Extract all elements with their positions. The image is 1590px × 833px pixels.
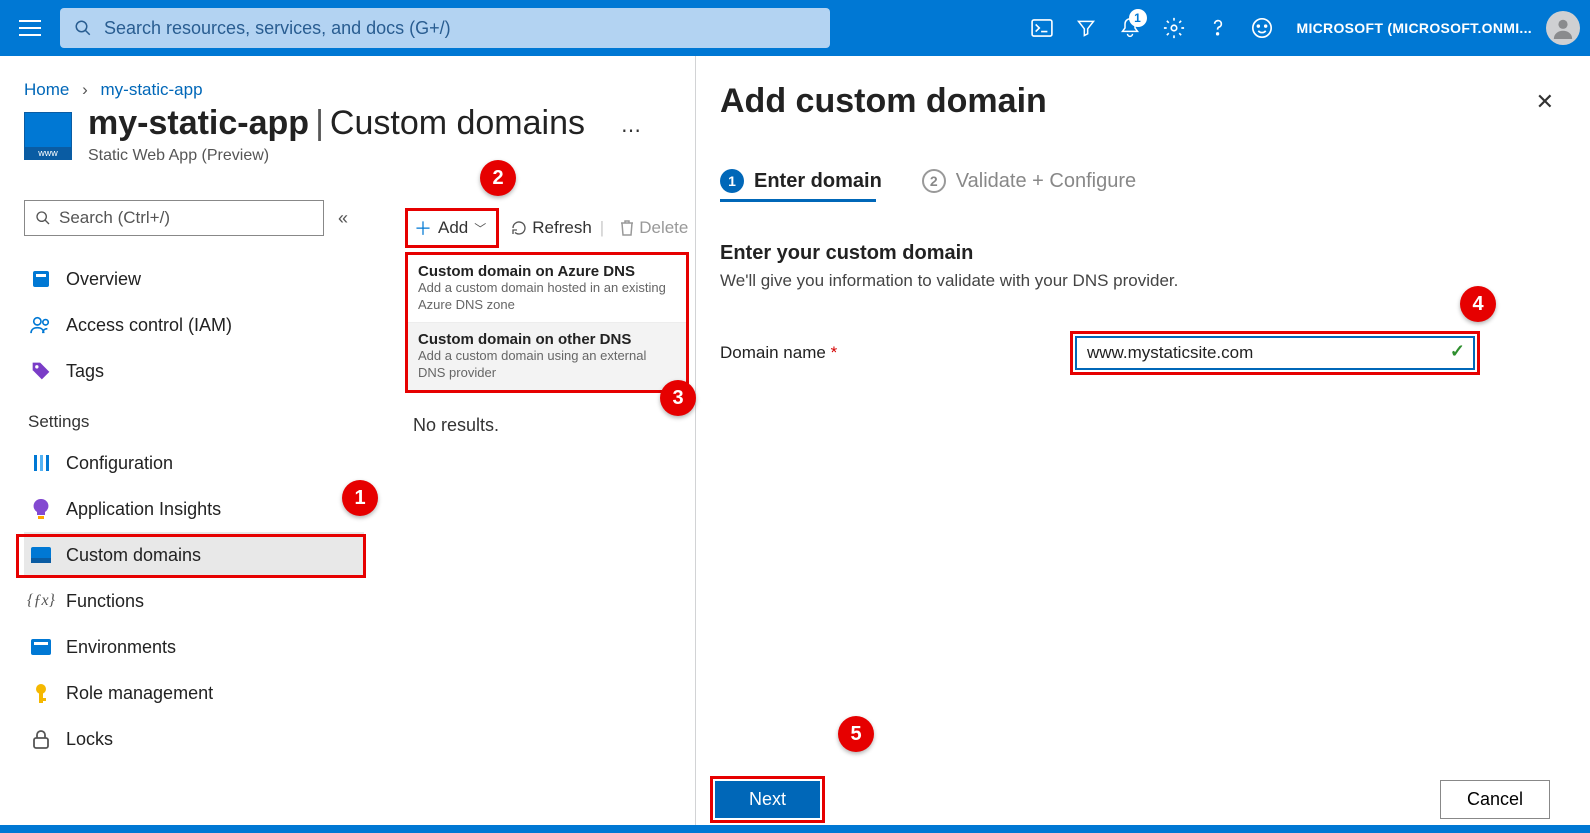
more-icon[interactable]: ⋯ bbox=[621, 118, 643, 143]
menu-item-custom-domains[interactable]: Custom domains bbox=[24, 532, 364, 578]
add-custom-domain-panel: Add custom domain ✕ 1Enter domain 2Valid… bbox=[695, 56, 1590, 833]
functions-icon: {ƒx} bbox=[30, 590, 52, 612]
command-bar: ＋ Add ﹀ Refresh | Delete ★ bbox=[405, 206, 695, 250]
static-web-app-icon: www bbox=[24, 112, 72, 160]
dropdown-option-other-dns[interactable]: Custom domain on other DNS Add a custom … bbox=[408, 323, 686, 390]
filter-icon[interactable] bbox=[1065, 7, 1107, 49]
search-icon bbox=[74, 19, 92, 37]
chevron-right-icon: › bbox=[82, 80, 88, 99]
dropdown-option-azure-dns[interactable]: Custom domain on Azure DNS Add a custom … bbox=[408, 255, 686, 323]
no-results-label: No results. bbox=[413, 415, 695, 436]
form-subtext: We'll give you information to validate w… bbox=[720, 271, 1590, 291]
global-search-input[interactable]: Search resources, services, and docs (G+… bbox=[60, 8, 830, 48]
form-heading: Enter your custom domain bbox=[720, 242, 1590, 265]
top-icon-group: 1 MICROSOFT (MICROSOFT.ONMI... bbox=[1021, 7, 1581, 49]
step-validate-configure[interactable]: 2Validate + Configure bbox=[922, 169, 1136, 193]
menu-item-functions[interactable]: {ƒx} Functions bbox=[24, 578, 364, 624]
overview-icon bbox=[30, 268, 52, 290]
domain-input-highlight bbox=[1070, 331, 1480, 375]
add-dropdown: Custom domain on Azure DNS Add a custom … bbox=[405, 252, 689, 393]
key-icon bbox=[30, 682, 52, 704]
menu-search-input[interactable]: Search (Ctrl+/) bbox=[24, 200, 324, 236]
collapse-menu-icon[interactable]: « bbox=[338, 208, 348, 229]
search-placeholder: Search resources, services, and docs (G+… bbox=[104, 18, 451, 39]
domain-icon bbox=[30, 544, 52, 566]
plus-icon: ＋ bbox=[414, 215, 432, 241]
tag-icon bbox=[30, 360, 52, 382]
callout-2: 2 bbox=[480, 160, 516, 196]
next-button-highlight: Next bbox=[710, 776, 825, 823]
panel-title: Add custom domain bbox=[720, 82, 1047, 121]
add-button[interactable]: ＋ Add ﹀ bbox=[405, 208, 499, 248]
callout-1: 1 bbox=[342, 480, 378, 516]
account-label[interactable]: MICROSOFT (MICROSOFT.ONMI... bbox=[1297, 20, 1533, 36]
stepper: 1Enter domain 2Validate + Configure bbox=[696, 121, 1590, 193]
cancel-button[interactable]: Cancel bbox=[1440, 780, 1550, 819]
breadcrumb-app[interactable]: my-static-app bbox=[101, 80, 203, 99]
breadcrumb-home[interactable]: Home bbox=[24, 80, 69, 99]
refresh-icon bbox=[511, 220, 527, 236]
step-enter-domain[interactable]: 1Enter domain bbox=[720, 169, 882, 193]
next-button[interactable]: Next bbox=[715, 781, 820, 818]
bottom-accent-bar bbox=[0, 825, 1590, 833]
people-icon bbox=[30, 314, 52, 336]
menu-item-environments[interactable]: Environments bbox=[24, 624, 364, 670]
resource-menu: Search (Ctrl+/) « Overview Access contro… bbox=[24, 200, 364, 762]
menu-item-overview[interactable]: Overview bbox=[24, 256, 364, 302]
refresh-button[interactable]: Refresh bbox=[511, 218, 592, 238]
page-subtitle: Static Web App (Preview) bbox=[88, 147, 585, 165]
menu-item-locks[interactable]: Locks bbox=[24, 716, 364, 762]
domain-name-input[interactable] bbox=[1075, 336, 1475, 370]
delete-button[interactable]: Delete bbox=[620, 218, 688, 238]
menu-section-settings: Settings bbox=[28, 412, 364, 432]
help-icon[interactable] bbox=[1197, 7, 1239, 49]
menu-item-access-control[interactable]: Access control (IAM) bbox=[24, 302, 364, 348]
feedback-icon[interactable] bbox=[1241, 7, 1283, 49]
callout-4: 4 bbox=[1460, 286, 1496, 322]
trash-icon bbox=[620, 220, 634, 236]
menu-icon[interactable] bbox=[10, 8, 50, 48]
settings-icon[interactable] bbox=[1153, 7, 1195, 49]
main-content: ＋ Add ﹀ Refresh | Delete ★ Custom domain… bbox=[405, 206, 695, 436]
menu-item-configuration[interactable]: Configuration bbox=[24, 440, 364, 486]
cloud-shell-icon[interactable] bbox=[1021, 7, 1063, 49]
chevron-down-icon: ﹀ bbox=[474, 220, 486, 237]
search-icon bbox=[35, 210, 51, 226]
menu-item-role-management[interactable]: Role management bbox=[24, 670, 364, 716]
domain-name-label: Domain name * bbox=[720, 343, 1070, 363]
lock-icon bbox=[30, 728, 52, 750]
lightbulb-icon bbox=[30, 498, 52, 520]
notifications-icon[interactable]: 1 bbox=[1109, 7, 1151, 49]
menu-item-tags[interactable]: Tags bbox=[24, 348, 364, 394]
page-title: my-static-app | Custom domains bbox=[88, 104, 585, 143]
callout-5: 5 bbox=[838, 716, 874, 752]
notification-badge: 1 bbox=[1129, 9, 1147, 27]
top-bar: Search resources, services, and docs (G+… bbox=[0, 0, 1590, 56]
configuration-icon bbox=[30, 452, 52, 474]
menu-item-app-insights[interactable]: Application Insights bbox=[24, 486, 364, 532]
environments-icon bbox=[30, 636, 52, 658]
callout-3: 3 bbox=[660, 380, 696, 416]
close-icon[interactable]: ✕ bbox=[1536, 89, 1554, 115]
avatar[interactable] bbox=[1546, 11, 1580, 45]
